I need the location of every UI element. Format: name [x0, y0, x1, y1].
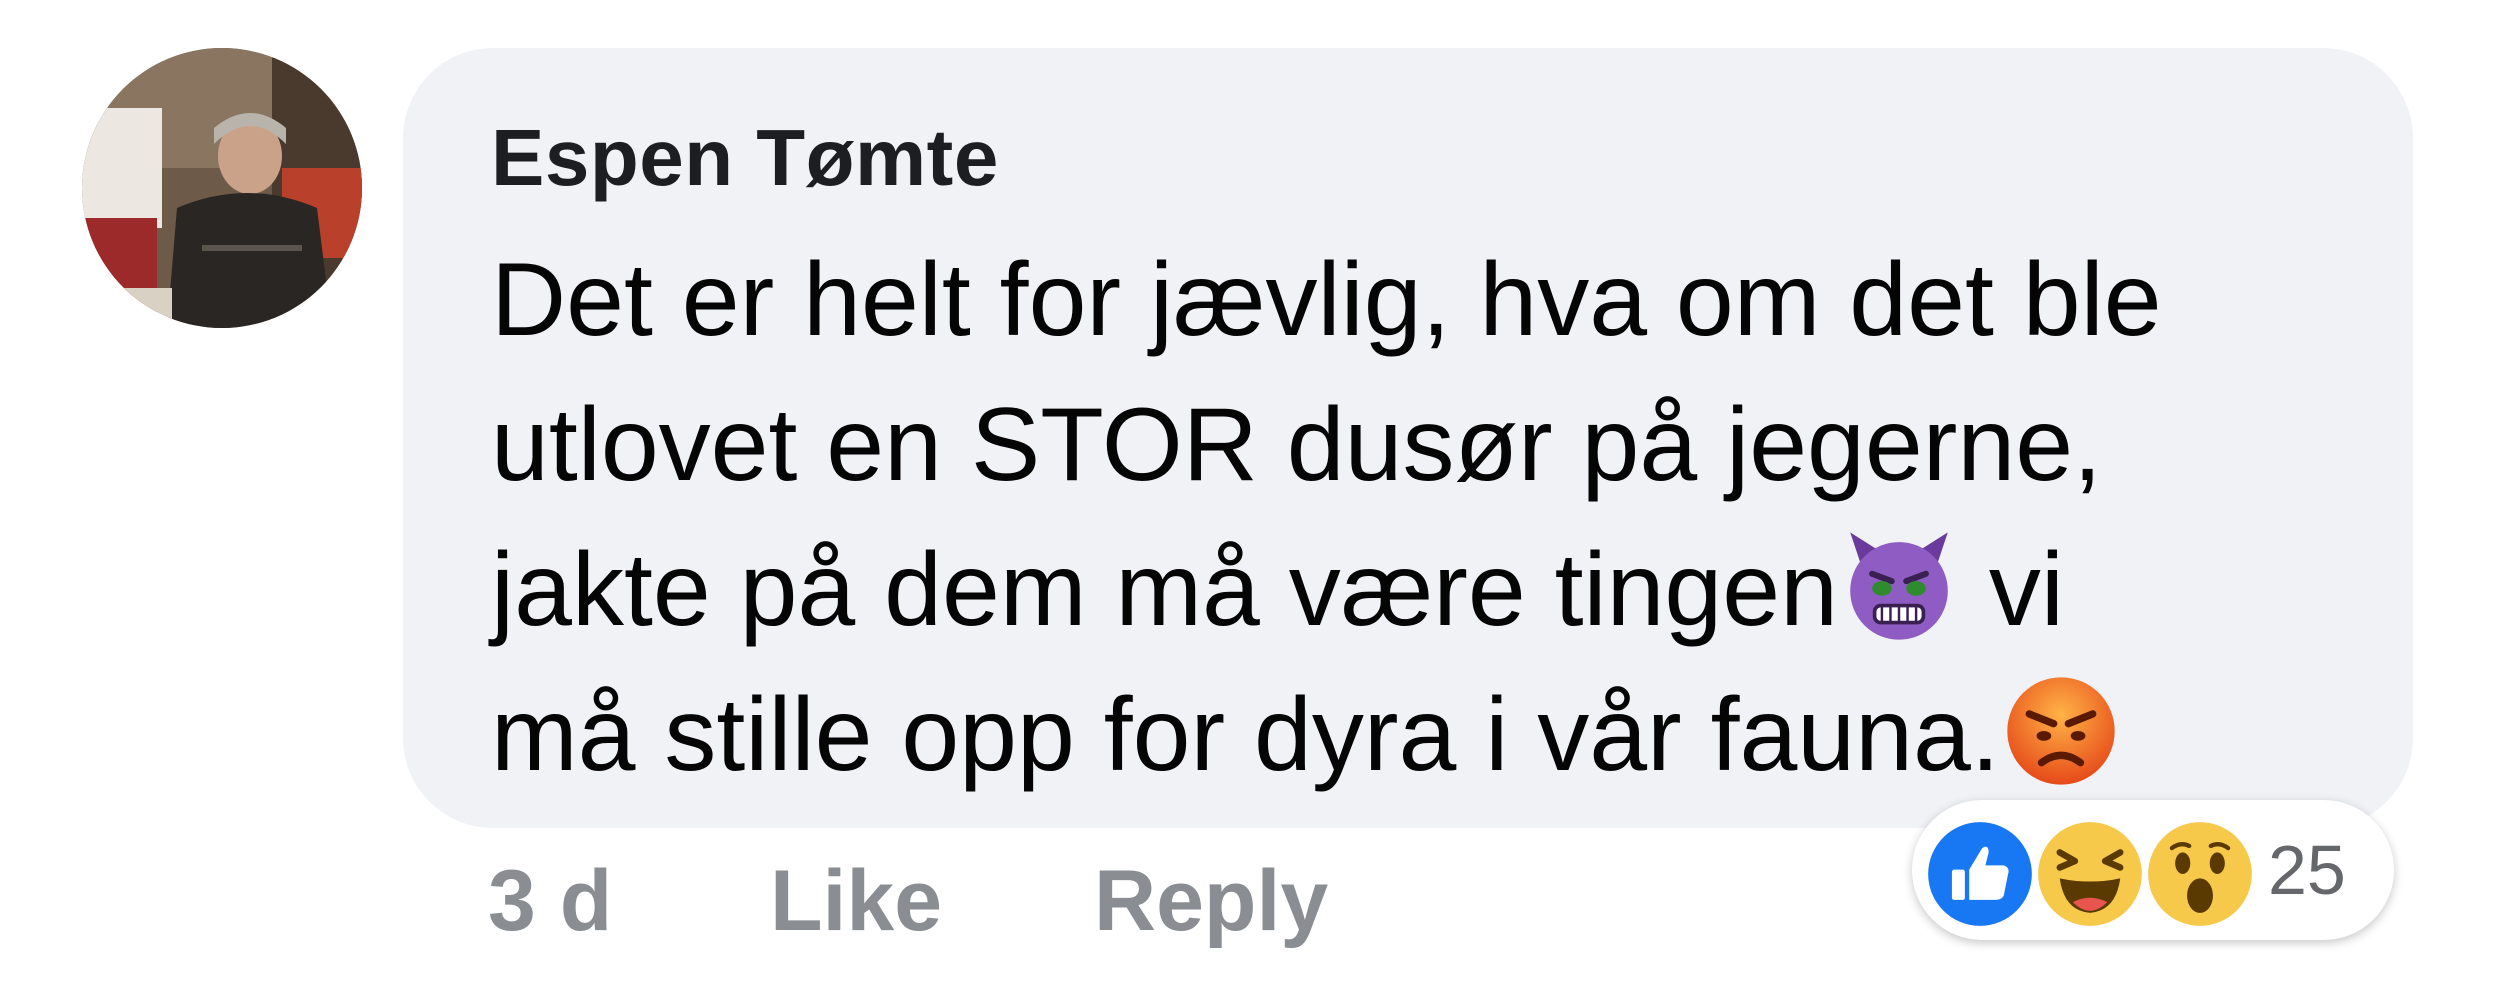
comment-text-line: må stille opp for dyra i vår fauna.	[491, 663, 2391, 808]
like-reaction-icon	[1926, 820, 2034, 928]
like-button[interactable]: Like	[770, 852, 942, 951]
comment-timestamp[interactable]: 3 d	[488, 852, 612, 951]
comment-text-segment: jakte på dem må være tingen	[491, 532, 1838, 648]
comment-text-line: jakte på dem må være tingen vi	[491, 518, 2391, 663]
smiling-imp-emoji-icon	[1838, 525, 1960, 647]
comment-text-segment: vi	[1959, 532, 2064, 648]
reply-button[interactable]: Reply	[1094, 852, 1328, 951]
reactions-summary[interactable]: 25	[1912, 800, 2394, 940]
comment-text-segment: må stille opp for dyra i vår fauna.	[491, 677, 2000, 793]
comment-body: Det er helt for jævlig, hva om det ble u…	[491, 228, 2391, 808]
wow-reaction-icon	[2146, 820, 2254, 928]
avatar-photo	[82, 48, 362, 328]
comment-author-name[interactable]: Espen Tømte	[491, 112, 999, 204]
angry-face-emoji-icon	[2000, 670, 2122, 792]
comment-text-line: utlovet en STOR dusør på jegerne,	[491, 387, 2102, 503]
haha-reaction-icon	[2036, 820, 2144, 928]
comment-text-line: Det er helt for jævlig, hva om det ble	[491, 242, 2162, 358]
comment-bubble: Espen Tømte Det er helt for jævlig, hva …	[403, 48, 2413, 828]
reaction-count: 25	[2268, 831, 2346, 909]
avatar[interactable]	[82, 48, 362, 328]
